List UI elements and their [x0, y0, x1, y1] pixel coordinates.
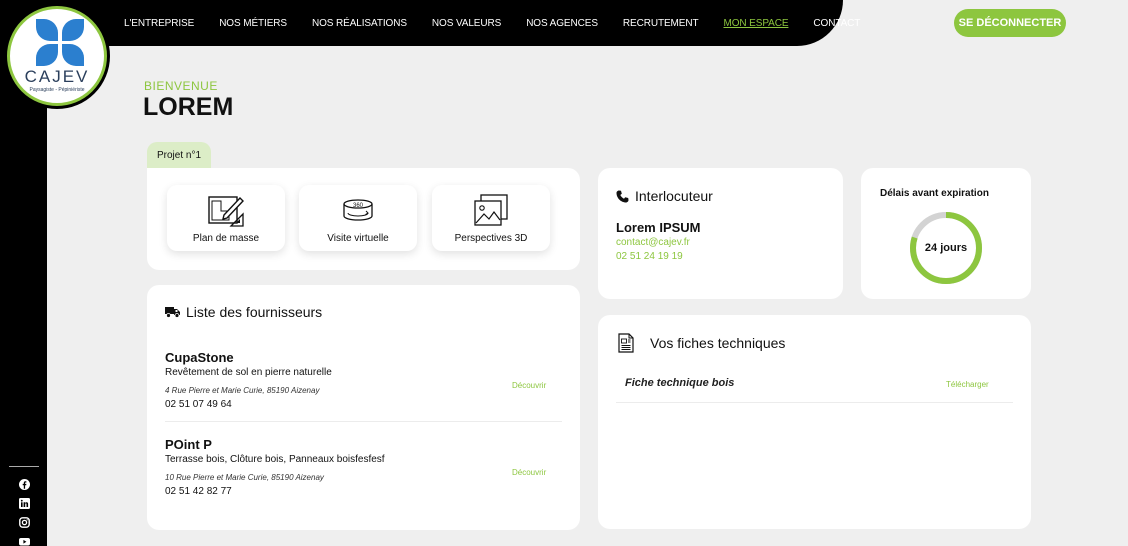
- technical-sheets-card: Vos fiches techniques Fiche technique bo…: [598, 315, 1031, 529]
- list-item: POint P Terrasse bois, Clôture bois, Pan…: [165, 437, 562, 509]
- nav-item-contact[interactable]: CONTACT: [813, 18, 860, 29]
- supplier-address: 4 Rue Pierre et Marie Curie, 85190 Aizen…: [165, 386, 320, 395]
- contact-title-text: Interlocuteur: [635, 188, 713, 204]
- doc-label: Plan de masse: [192, 233, 260, 244]
- logo[interactable]: CAJEV Paysagiste - Pépiniériste: [4, 3, 110, 109]
- list-item: Fiche technique bois Télécharger: [616, 369, 1013, 403]
- document-icon: [618, 333, 634, 353]
- supplier-discover-link[interactable]: Découvrir: [512, 381, 546, 390]
- doc-visite-virtuelle[interactable]: 360 Visite virtuelle: [299, 185, 417, 251]
- blueprint-icon: [208, 196, 244, 227]
- logo-tagline: Paysagiste - Pépiniériste: [29, 87, 85, 93]
- doc-plan-de-masse[interactable]: Plan de masse: [167, 185, 285, 251]
- nav-item-entreprise[interactable]: L'ENTREPRISE: [124, 18, 194, 29]
- leaf-icon: [62, 19, 84, 41]
- project-documents-card: Plan de masse 360 Visite virtuelle Persp…: [147, 168, 580, 270]
- supplier-name: POint P: [165, 437, 212, 452]
- phone-icon: [616, 190, 629, 202]
- suppliers-title-text: Liste des fournisseurs: [186, 304, 323, 320]
- expiration-value: 24 jours: [924, 242, 968, 254]
- doc-label: Perspectives 3D: [454, 233, 528, 244]
- nav-item-agences[interactable]: NOS AGENCES: [526, 18, 598, 29]
- supplier-name: CupaStone: [165, 350, 234, 365]
- youtube-icon[interactable]: [18, 534, 30, 546]
- doc-label: Visite virtuelle: [327, 233, 389, 244]
- logo-wordmark: CAJEV: [24, 67, 90, 86]
- nav-item-recrutement[interactable]: RECRUTEMENT: [623, 18, 699, 29]
- instagram-icon[interactable]: [18, 515, 30, 528]
- list-item: CupaStone Revêtement de sol en pierre na…: [165, 350, 562, 422]
- supplier-phone: 02 51 42 82 77: [165, 486, 232, 497]
- facebook-icon[interactable]: [18, 477, 30, 490]
- nav-item-mon-espace[interactable]: MON ESPACE: [723, 18, 788, 29]
- expiration-title: Délais avant expiration: [880, 188, 989, 199]
- supplier-description: Revêtement de sol en pierre naturelle: [165, 367, 332, 378]
- contact-card: Interlocuteur Lorem IPSUM contact@cajev.…: [598, 168, 843, 299]
- contact-phone-link[interactable]: 02 51 24 19 19: [616, 251, 683, 262]
- supplier-address: 10 Rue Pierre et Marie Curie, 85190 Aize…: [165, 473, 324, 482]
- leaf-icon: [62, 44, 84, 66]
- doc-perspectives-3d[interactable]: Perspectives 3D: [432, 185, 550, 251]
- svg-text:360: 360: [353, 203, 364, 209]
- suppliers-card: Liste des fournisseurs CupaStone Revêtem…: [147, 285, 580, 530]
- expiration-card: Délais avant expiration 24 jours: [861, 168, 1031, 299]
- contact-email-link[interactable]: contact@cajev.fr: [616, 237, 690, 248]
- gallery-icon: [474, 194, 508, 226]
- contact-title: Interlocuteur: [616, 188, 713, 204]
- supplier-discover-link[interactable]: Découvrir: [512, 468, 546, 477]
- 360-view-icon: 360: [343, 199, 373, 221]
- sheets-title: Vos fiches techniques: [618, 333, 785, 353]
- contact-name: Lorem IPSUM: [616, 220, 701, 235]
- supplier-description: Terrasse bois, Clôture bois, Panneaux bo…: [165, 454, 385, 465]
- leaf-icon: [36, 44, 58, 66]
- logout-button[interactable]: SE DÉCONNECTER: [954, 9, 1066, 37]
- nav-item-realisations[interactable]: NOS RÉALISATIONS: [312, 18, 407, 29]
- suppliers-title: Liste des fournisseurs: [165, 304, 322, 320]
- nav-item-metiers[interactable]: NOS MÉTIERS: [219, 18, 287, 29]
- sheet-download-link[interactable]: Télécharger: [946, 380, 989, 389]
- logo-badge: CAJEV Paysagiste - Pépiniériste: [7, 6, 107, 106]
- main-nav: L'ENTREPRISE NOS MÉTIERS NOS RÉALISATION…: [124, 0, 885, 46]
- linkedin-icon[interactable]: [18, 496, 30, 509]
- sheet-name: Fiche technique bois: [625, 377, 735, 389]
- tab-projet-1[interactable]: Projet n°1: [147, 142, 211, 168]
- nav-item-valeurs[interactable]: NOS VALEURS: [432, 18, 501, 29]
- truck-icon: [165, 307, 180, 318]
- leaf-icon: [36, 19, 58, 41]
- social-links: [9, 466, 39, 546]
- supplier-phone: 02 51 07 49 64: [165, 399, 232, 410]
- user-name-heading: LOREM: [143, 93, 234, 121]
- sheets-title-text: Vos fiches techniques: [650, 335, 786, 351]
- welcome-label: BIENVENUE: [144, 79, 218, 93]
